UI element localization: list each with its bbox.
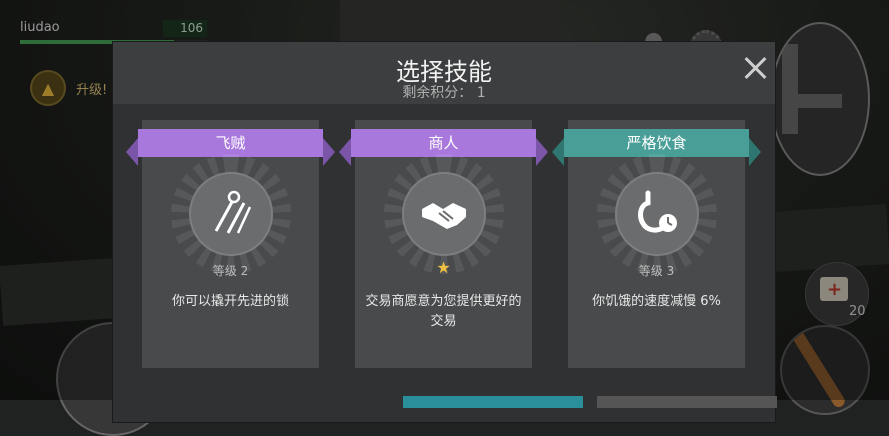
remaining-points: 剩余积分： 1: [113, 82, 775, 102]
skill-medal: [384, 154, 504, 274]
lockpick-icon: [214, 190, 252, 234]
points-value: 1: [476, 85, 486, 101]
skill-ribbon: 商人: [339, 129, 548, 166]
skill-card-merchant[interactable]: 商人 ★ 交易商愿意为您提供更好的交易: [339, 120, 548, 368]
skill-name: 严格饮食: [626, 134, 687, 152]
skill-ribbon: 飞贼: [126, 129, 335, 166]
skill-name: 商人: [428, 134, 459, 152]
skill-ribbon: 严格饮食: [552, 129, 761, 166]
skill-name: 飞贼: [215, 134, 246, 152]
skill-level: 等级 3: [638, 264, 675, 278]
secondary-button[interactable]: [597, 396, 777, 408]
skill-dialog: 选择技能 剩余积分： 1 飞贼 等级 2 你可以撬开先进的锁 商人 ★ 交易商愿…: [113, 42, 777, 422]
skill-description: 交易商愿意为您提供更好的交易: [365, 294, 522, 329]
skill-level: 等级 2: [212, 264, 249, 278]
skill-description: 你可以撬开先进的锁: [171, 294, 289, 309]
skill-description: 你饥饿的速度减慢 6%: [592, 294, 721, 309]
stomach-clock-icon: [638, 190, 677, 233]
skill-card-thief[interactable]: 飞贼 等级 2 你可以撬开先进的锁: [126, 120, 335, 368]
handshake-icon: [422, 203, 466, 229]
star-icon: ★: [436, 258, 451, 277]
skill-card-strict-diet[interactable]: 严格饮食 等级 3 你饥饿的速度减慢 6%: [552, 120, 761, 368]
close-icon[interactable]: [741, 54, 769, 82]
skill-medal: [171, 154, 291, 274]
confirm-button[interactable]: [403, 396, 583, 408]
points-label: 剩余积分：: [402, 85, 473, 101]
skill-medal: [597, 154, 717, 274]
